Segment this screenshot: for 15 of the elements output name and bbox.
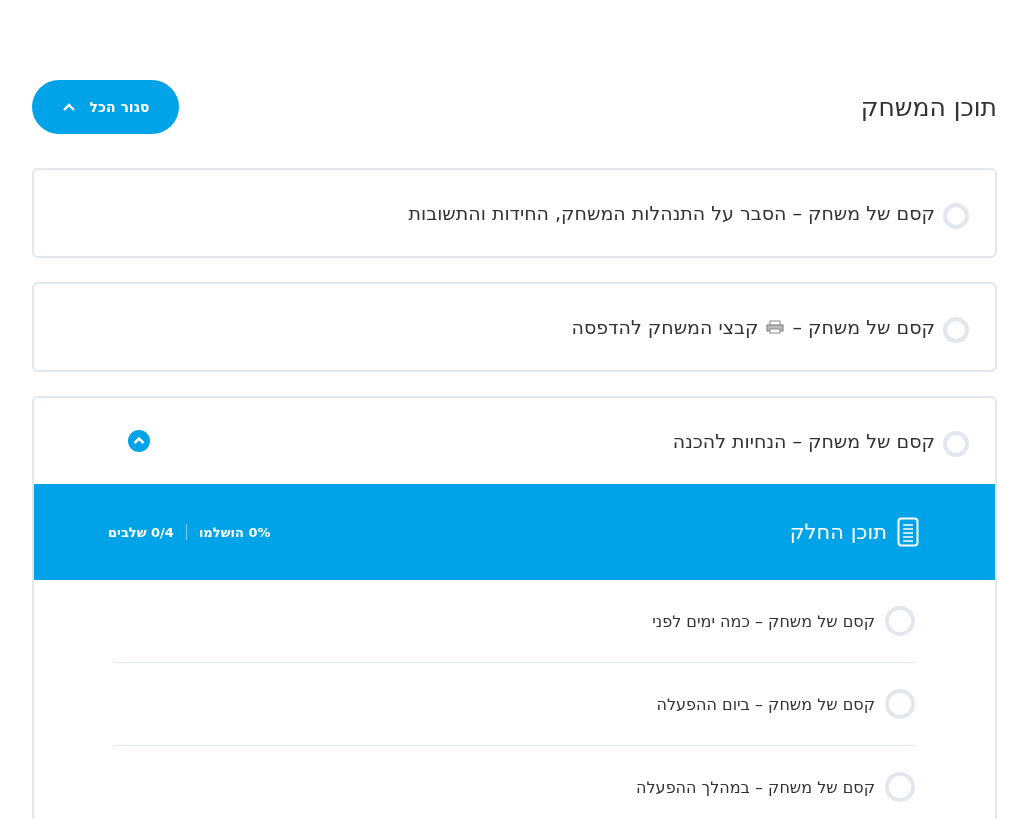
lesson-title[interactable]: קסם של משחק – במהלך ההפעלה (636, 777, 875, 797)
chevron-up-icon (61, 102, 76, 112)
lesson-title[interactable]: קסם של משחק – ביום ההפעלה (656, 694, 875, 714)
section-title[interactable]: קסם של משחק – הסבר על התנהלות המשחק, החידות והתשובות (408, 202, 935, 224)
steps-text: 0/4 שלבים (108, 524, 174, 540)
progress-text: 0% הושלמו (198, 524, 271, 540)
lesson-title[interactable]: קסם של משחק – כמה ימים לפני (652, 611, 875, 631)
section-title[interactable]: קסם של משחק – (792, 316, 935, 338)
document-icon (897, 517, 919, 547)
page-title: תוכן המשחק (860, 92, 997, 122)
content-heading: תוכן החלק (789, 520, 887, 544)
section-title[interactable]: קבצי המשחק להדפסה (571, 316, 759, 338)
printer-icon (766, 320, 785, 334)
chevron-up-icon[interactable] (128, 430, 150, 452)
section-title[interactable]: קסם של משחק – הנחיות להכנה (672, 430, 935, 452)
